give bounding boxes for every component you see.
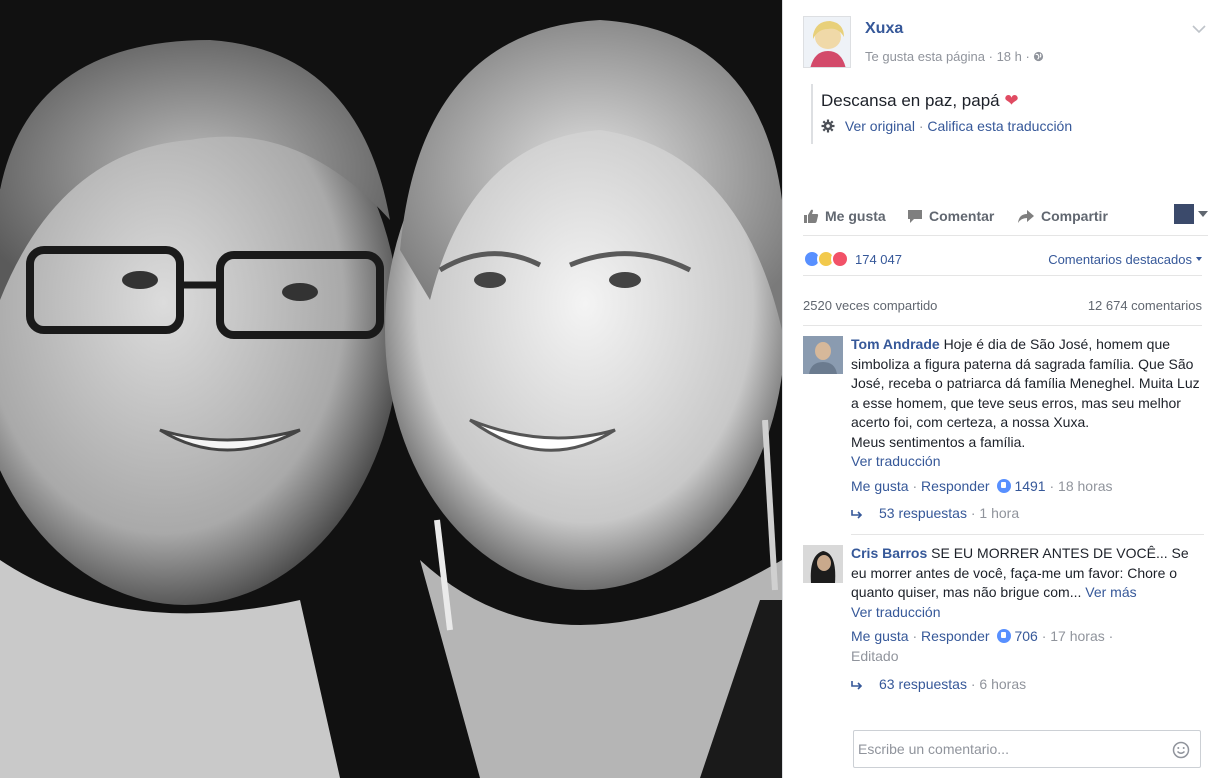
commenter-avatar[interactable] bbox=[803, 336, 843, 374]
reactions-row: 174 047 Comentarios destacados bbox=[803, 246, 1202, 276]
comment-item: Tom Andrade Hoje é dia de São José, home… bbox=[803, 330, 1204, 535]
comment-timestamp[interactable]: 18 horas bbox=[1058, 478, 1112, 494]
commenter-avatar[interactable] bbox=[803, 545, 843, 583]
comment-button[interactable]: Comentar bbox=[907, 208, 994, 224]
comment-reply-button[interactable]: Responder bbox=[921, 628, 990, 644]
comment-like-button[interactable]: Me gusta bbox=[851, 628, 909, 644]
replies-time: 6 horas bbox=[979, 676, 1027, 692]
replies-link[interactable]: 53 respuestas · 1 hora bbox=[851, 505, 1204, 521]
globe-icon bbox=[1034, 51, 1044, 62]
comment-reply-button[interactable]: Responder bbox=[921, 478, 990, 494]
translation-controls: Ver original · Califica esta traducción bbox=[821, 118, 1206, 134]
comment-actions: Me gusta · Responder 1491 · 18 horas bbox=[851, 477, 1113, 494]
love-reaction-icon bbox=[831, 250, 849, 268]
rate-translation-link[interactable]: Califica esta traducción bbox=[927, 118, 1072, 134]
post-photo[interactable] bbox=[0, 0, 782, 778]
page-avatar[interactable] bbox=[803, 16, 851, 68]
reply-arrow-icon bbox=[851, 510, 863, 519]
comment-timestamp[interactable]: 17 horas bbox=[1050, 628, 1104, 644]
comment-like-count[interactable]: 706 bbox=[1014, 628, 1037, 644]
chevron-down-icon[interactable] bbox=[1192, 24, 1206, 34]
like-button[interactable]: Me gusta bbox=[803, 208, 886, 224]
share-button[interactable]: Compartir bbox=[1017, 208, 1108, 224]
comment-body: Cris Barros SE EU MORRER ANTES DE VOCÊ..… bbox=[851, 539, 1204, 622]
view-original-link[interactable]: Ver original bbox=[845, 118, 915, 134]
like-reaction-icon bbox=[997, 629, 1012, 643]
reactions-summary[interactable]: 174 047 bbox=[803, 250, 902, 268]
comment-label: Comentar bbox=[929, 208, 995, 224]
reaction-count[interactable]: 174 047 bbox=[855, 252, 902, 267]
post-meta: Te gusta esta página · 18 h · bbox=[865, 49, 1044, 64]
replies-link[interactable]: 63 respuestas · 6 horas bbox=[851, 676, 1204, 692]
comment-text-continued: Meus sentimentos a família. bbox=[851, 433, 1026, 450]
post-timestamp[interactable]: 18 h bbox=[997, 49, 1022, 64]
caret-down-icon bbox=[1198, 211, 1208, 217]
photo-image bbox=[0, 0, 782, 778]
like-label: Me gusta bbox=[825, 208, 886, 224]
page-like-status[interactable]: Te gusta esta página bbox=[865, 49, 985, 64]
see-more-link[interactable]: Ver más bbox=[1085, 584, 1136, 600]
comment-like-count[interactable]: 1491 bbox=[1014, 478, 1045, 494]
edited-label[interactable]: Editado bbox=[851, 648, 898, 664]
post-panel: Xuxa Te gusta esta página · 18 h · Desca… bbox=[782, 0, 1222, 778]
replies-time: 1 hora bbox=[979, 505, 1020, 521]
caret-down-icon bbox=[1196, 257, 1202, 261]
like-reaction-icon bbox=[997, 478, 1012, 493]
acting-as-selector[interactable] bbox=[1174, 204, 1208, 224]
comment-input[interactable] bbox=[858, 731, 1158, 767]
share-count[interactable]: 2520 veces compartido bbox=[803, 298, 937, 313]
share-arrow-icon bbox=[1018, 210, 1034, 223]
see-translation-link[interactable]: Ver traducción bbox=[851, 604, 941, 620]
replies-count: 53 respuestas bbox=[879, 505, 967, 521]
comment-count[interactable]: 12 674 comentarios bbox=[1088, 298, 1202, 313]
comment-author[interactable]: Cris Barros bbox=[851, 545, 927, 561]
stats-row: 2520 veces compartido 12 674 comentarios bbox=[803, 296, 1202, 326]
emoji-icon[interactable] bbox=[1172, 741, 1190, 759]
post-header: Xuxa Te gusta esta página · 18 h · bbox=[803, 16, 1206, 72]
replies-count: 63 respuestas bbox=[879, 676, 967, 692]
comment-item: Cris Barros SE EU MORRER ANTES DE VOCÊ..… bbox=[803, 539, 1204, 692]
heart-emoji-icon: ❤ bbox=[1004, 91, 1019, 110]
post-text: Descansa en paz, papá ❤ bbox=[821, 84, 1206, 112]
page-name[interactable]: Xuxa bbox=[865, 20, 903, 38]
viewer-avatar bbox=[1174, 204, 1194, 224]
post-body: Descansa en paz, papá ❤ Ver original · C… bbox=[811, 84, 1206, 144]
comment-body: Tom Andrade Hoje é dia de São José, home… bbox=[851, 330, 1204, 472]
post-actions: Me gusta Comentar Compartir bbox=[803, 200, 1208, 236]
comment-like-button[interactable]: Me gusta bbox=[851, 478, 909, 494]
comment-icon bbox=[908, 210, 922, 223]
comment-sort-label: Comentarios destacados bbox=[1048, 252, 1192, 267]
comments-list: Tom Andrade Hoje é dia de São José, home… bbox=[803, 330, 1204, 720]
gear-icon bbox=[821, 119, 835, 133]
thumbs-up-icon bbox=[804, 209, 819, 223]
comment-author[interactable]: Tom Andrade bbox=[851, 336, 940, 352]
comment-sort-dropdown[interactable]: Comentarios destacados bbox=[1048, 252, 1202, 267]
share-label: Compartir bbox=[1041, 208, 1108, 224]
comment-actions: Me gusta · Responder 706 · 17 horas · Ed… bbox=[851, 628, 1114, 664]
see-translation-link[interactable]: Ver traducción bbox=[851, 453, 941, 469]
comment-composer[interactable] bbox=[853, 730, 1201, 768]
post-message: Descansa en paz, papá bbox=[821, 91, 1000, 110]
reply-arrow-icon bbox=[851, 681, 863, 690]
comment-divider bbox=[851, 534, 1204, 535]
